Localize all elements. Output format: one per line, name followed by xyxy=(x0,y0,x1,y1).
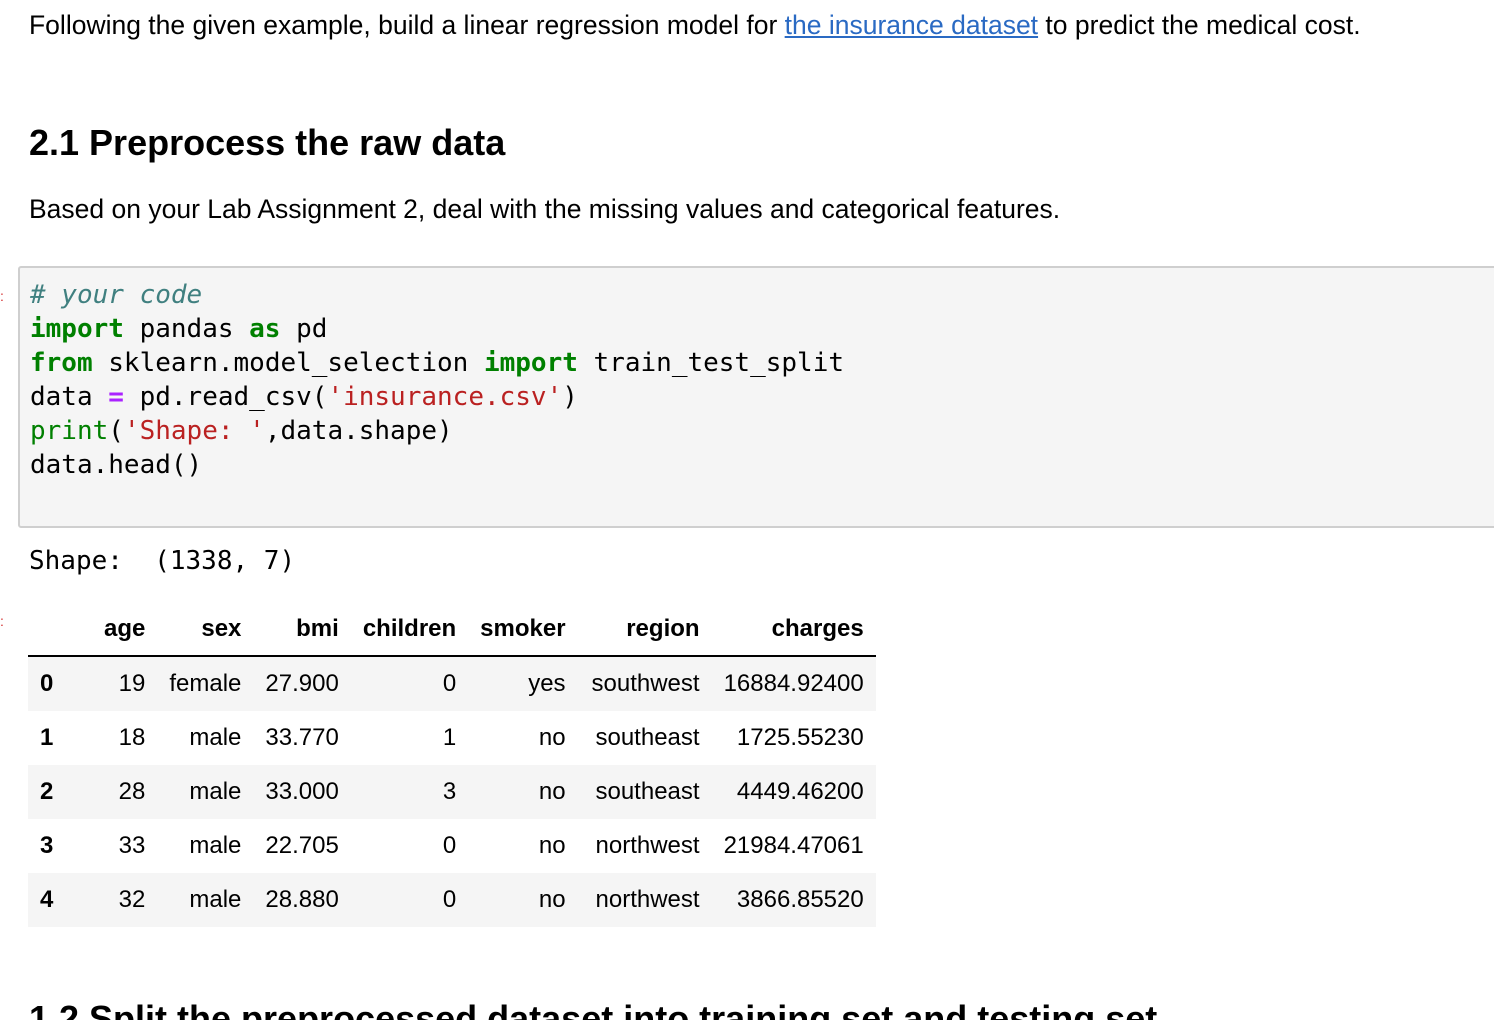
table-cell: no xyxy=(538,724,566,751)
intro-text-after: to predict the medical cost. xyxy=(1038,10,1361,40)
table-cell: 0 xyxy=(442,886,457,913)
table-cell: southeast xyxy=(595,778,700,805)
table-cell: 16884.92400 xyxy=(723,670,864,697)
row-index: 0 xyxy=(40,670,54,697)
table-header-row: age sex bmi children smoker region charg… xyxy=(28,603,876,657)
table-cell: 27.900 xyxy=(265,670,339,697)
code-comment: # your code xyxy=(30,280,203,310)
notebook-page: Following the given example, build a lin… xyxy=(0,0,1494,1020)
row-index: 3 xyxy=(40,832,54,859)
code-alias: pd xyxy=(296,314,328,344)
code-keyword: import xyxy=(30,314,124,344)
code-builtin: print xyxy=(30,416,109,446)
table-cell: yes xyxy=(528,670,566,697)
code-string: 'Shape: ' xyxy=(123,416,265,446)
table-cell: 1725.55230 xyxy=(736,724,864,751)
code-function: train_test_split xyxy=(593,348,844,378)
code-keyword: import xyxy=(483,348,578,378)
output-prompt-marker: : xyxy=(0,613,4,629)
table-row: 1 18 male 33.770 1 no southeast 1725.552… xyxy=(28,711,876,765)
table-cell: 33.000 xyxy=(265,778,339,805)
code-call: data.head() xyxy=(30,450,203,480)
table-row: 0 19 female 27.900 0 yes southwest 16884… xyxy=(28,656,876,711)
section-heading: 2.1 Preprocess the raw data xyxy=(29,122,506,163)
table-cell: 0 xyxy=(442,670,457,697)
column-header: children xyxy=(350,603,469,657)
code-keyword: as xyxy=(249,314,281,344)
code-module: pandas xyxy=(139,314,234,344)
table-cell: 1 xyxy=(442,724,457,751)
insurance-dataset-link[interactable]: the insurance dataset xyxy=(785,10,1038,40)
table-cell: male xyxy=(189,778,242,805)
table-cell: 19 xyxy=(118,670,146,697)
column-header: region xyxy=(577,603,712,657)
table-row: 3 33 male 22.705 0 no northwest 21984.47… xyxy=(28,819,876,873)
table-cell: 28 xyxy=(118,778,146,805)
intro-text-before: Following the given example, build a lin… xyxy=(29,10,785,40)
table-cell: 22.705 xyxy=(265,832,339,859)
table-row: 4 32 male 28.880 0 no northwest 3866.855… xyxy=(28,873,876,927)
row-index: 4 xyxy=(40,886,54,913)
code-args: ,data.shape) xyxy=(264,416,453,446)
row-index: 1 xyxy=(40,724,54,751)
table-cell: no xyxy=(538,832,566,859)
table-cell: 32 xyxy=(118,886,146,913)
row-index: 2 xyxy=(40,778,54,805)
section-description: Based on your Lab Assignment 2, deal wit… xyxy=(29,194,1061,224)
table-cell: no xyxy=(538,778,566,805)
table-cell: 28.880 xyxy=(265,886,339,913)
table-cell: southwest xyxy=(591,670,700,697)
table-cell: no xyxy=(538,886,566,913)
table-cell: 0 xyxy=(442,832,457,859)
table-cell: female xyxy=(169,670,242,697)
table-cell: male xyxy=(189,832,242,859)
column-header: age xyxy=(65,603,158,657)
table-cell: male xyxy=(189,886,242,913)
table-cell: 33 xyxy=(118,832,146,859)
code-variable: data xyxy=(30,382,93,412)
code-string: 'insurance.csv' xyxy=(327,382,563,412)
dataframe-table: age sex bmi children smoker region charg… xyxy=(28,603,876,927)
table-cell: 4449.46200 xyxy=(736,778,864,805)
code-paren: ) xyxy=(562,382,578,412)
column-header: smoker xyxy=(468,603,578,657)
column-header: sex xyxy=(157,603,254,657)
table-cell: 33.770 xyxy=(265,724,339,751)
code-paren: ( xyxy=(108,416,124,446)
cell-stdout: Shape: (1338, 7) xyxy=(29,546,296,576)
code-text[interactable]: # your code import pandas as pd from skl… xyxy=(30,278,844,482)
code-keyword: from xyxy=(30,348,93,378)
table-cell: 3 xyxy=(442,778,457,805)
table-row: 2 28 male 33.000 3 no southeast 4449.462… xyxy=(28,765,876,819)
table-cell: northwest xyxy=(595,832,700,859)
index-header xyxy=(28,603,66,657)
table-cell: southeast xyxy=(595,724,700,751)
code-call: pd.read_csv( xyxy=(139,382,328,412)
table-cell: 18 xyxy=(118,724,146,751)
table-cell: 3866.85520 xyxy=(736,886,864,913)
table-cell: 21984.47061 xyxy=(723,832,864,859)
column-header: charges xyxy=(711,603,876,657)
table-cell: male xyxy=(189,724,242,751)
table-cell: northwest xyxy=(595,886,700,913)
code-module: sklearn.model_selection xyxy=(108,348,469,378)
input-prompt-marker: : xyxy=(0,288,4,304)
code-operator: = xyxy=(108,382,124,412)
next-section-heading: 1.2 Split the preprocessed dataset into … xyxy=(29,998,1158,1020)
intro-text: Following the given example, build a lin… xyxy=(29,6,1361,44)
column-header: bmi xyxy=(253,603,351,657)
code-cell-editor[interactable]: # your code import pandas as pd from skl… xyxy=(18,266,1494,528)
